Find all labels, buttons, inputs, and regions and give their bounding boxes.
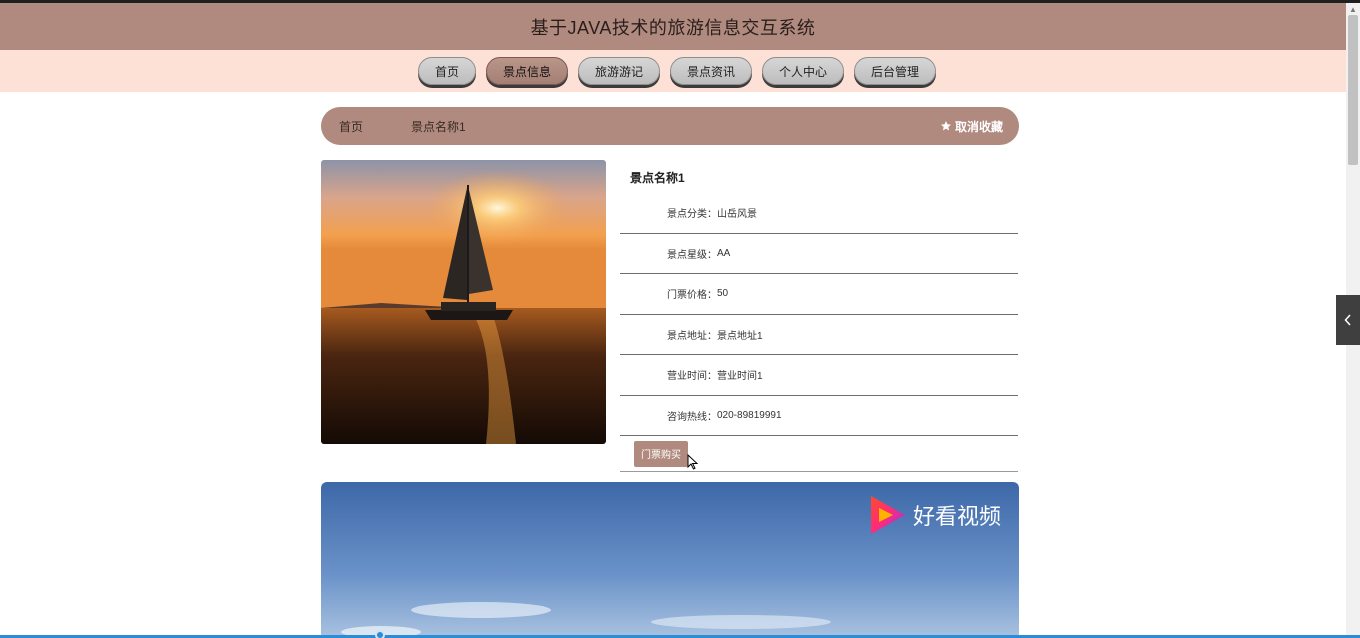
field-value: 020-89819991 — [717, 409, 782, 421]
info-row-price: 门票价格： 50 — [620, 274, 1018, 315]
info-row-hours: 营业时间： 营业时间1 — [620, 355, 1018, 396]
side-panel-toggle[interactable] — [1336, 295, 1360, 345]
sailboat-sunset-image — [321, 160, 606, 444]
buy-row: 门票购买 — [620, 436, 1018, 472]
field-value: 营业时间1 — [717, 371, 763, 383]
field-label: 营业时间： — [667, 371, 717, 383]
star-icon — [940, 121, 951, 131]
video-progress-handle[interactable] — [375, 630, 385, 638]
info-row-hotline: 咨询热线： 020-89819991 — [620, 396, 1018, 436]
video-player[interactable]: 好看视频 — [321, 482, 1019, 638]
field-label: 景点星级： — [667, 249, 717, 261]
scroll-up-icon[interactable]: ▲ — [1349, 5, 1357, 14]
breadcrumb-current: 景点名称1 — [411, 119, 466, 134]
attraction-image — [321, 160, 606, 444]
breadcrumb: 首页 景点名称1 取消收藏 — [321, 107, 1019, 145]
mouse-cursor-icon — [687, 454, 699, 470]
nav-home[interactable]: 首页 — [417, 57, 476, 85]
buy-ticket-button[interactable]: 门票购买 — [634, 440, 688, 467]
info-row-address: 景点地址： 景点地址1 — [620, 315, 1018, 355]
field-value: 景点地址1 — [717, 330, 763, 342]
chevron-left-icon — [1344, 314, 1351, 326]
scrollbar-thumb[interactable] — [1348, 15, 1358, 165]
site-header: 基于JAVA技术的旅游信息交互系统 — [0, 3, 1346, 50]
video-watermark: 好看视频 — [867, 494, 1001, 536]
field-label: 门票价格： — [667, 290, 717, 302]
nav-attractions[interactable]: 景点信息 — [485, 57, 568, 85]
main-nav: 首页 景点信息 旅游游记 景点资讯 个人中心 后台管理 — [0, 50, 1346, 92]
field-label: 景点分类： — [667, 209, 717, 221]
field-value: AA — [717, 247, 731, 259]
field-value: 50 — [717, 288, 729, 300]
unfavorite-label: 取消收藏 — [954, 119, 1003, 134]
watermark-text: 好看视频 — [912, 504, 1001, 529]
field-label: 咨询热线： — [667, 411, 717, 423]
info-row-rating: 景点星级： AA — [620, 234, 1018, 274]
nav-personal-center[interactable]: 个人中心 — [762, 57, 845, 85]
info-row-category: 景点分类： 山岳风景 — [620, 193, 1018, 234]
play-logo-icon — [870, 496, 905, 534]
attraction-name: 景点名称1 — [630, 171, 685, 185]
nav-admin[interactable]: 后台管理 — [854, 57, 937, 85]
breadcrumb-home[interactable]: 首页 — [339, 118, 363, 135]
field-label: 景点地址： — [667, 330, 717, 342]
site-title: 基于JAVA技术的旅游信息交互系统 — [530, 17, 816, 38]
unfavorite-button[interactable]: 取消收藏 — [940, 107, 1003, 145]
attraction-info: 景点名称1 景点分类： 山岳风景 景点星级： AA 门票价格： 50 景点地址：… — [620, 160, 1018, 472]
field-value: 山岳风景 — [717, 209, 757, 221]
nav-attraction-news[interactable]: 景点资讯 — [670, 57, 753, 85]
nav-travel-notes[interactable]: 旅游游记 — [577, 57, 660, 85]
